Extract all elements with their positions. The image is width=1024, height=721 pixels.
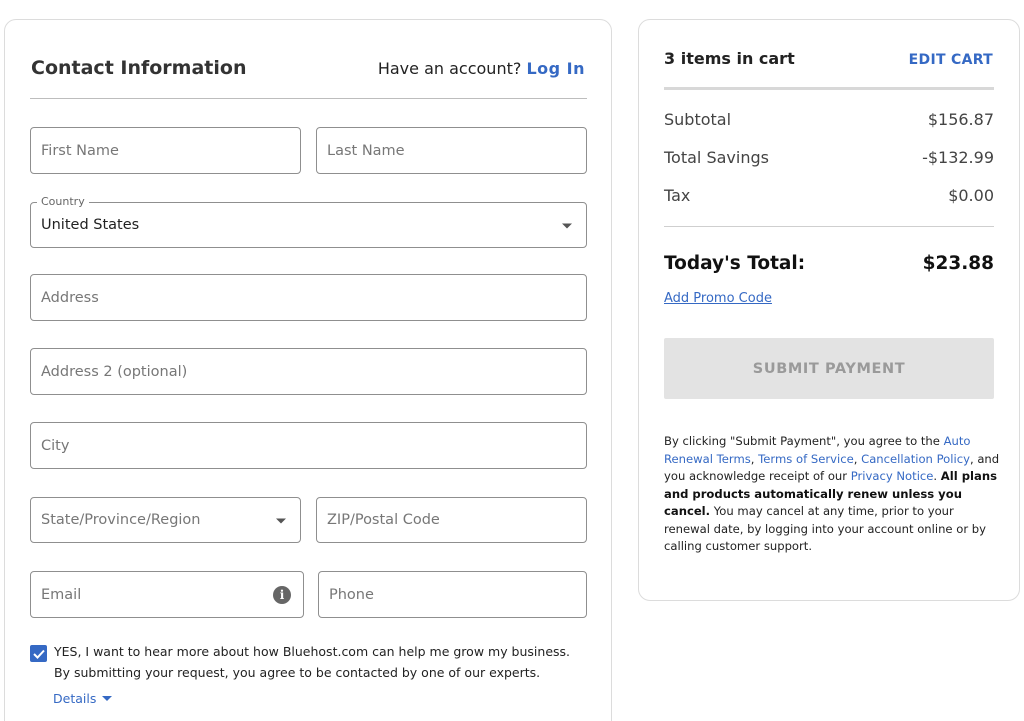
- summary-label: Tax: [664, 186, 691, 205]
- summary-value: -$132.99: [922, 148, 994, 167]
- first-name-field[interactable]: First Name: [30, 127, 301, 174]
- country-label: Country: [37, 195, 89, 208]
- summary-row-subtotal: Subtotal $156.87: [664, 110, 994, 129]
- state-select[interactable]: State/Province/Region: [30, 497, 301, 543]
- summary-value: $156.87: [927, 110, 994, 129]
- phone-placeholder: Phone: [329, 586, 374, 603]
- legal-text: You may cancel at any time, prior to you…: [664, 504, 987, 553]
- account-prompt-text: Have an account?: [377, 59, 522, 78]
- country-select[interactable]: Country United States: [30, 195, 587, 248]
- legal-text: By clicking "Submit Payment", you agree …: [664, 434, 944, 448]
- summary-label: Subtotal: [664, 110, 732, 129]
- last-name-placeholder: Last Name: [327, 142, 405, 159]
- zip-placeholder: ZIP/Postal Code: [327, 512, 440, 528]
- summary-value: $0.00: [948, 186, 994, 205]
- cancellation-policy-link[interactable]: Cancellation Policy: [861, 452, 970, 466]
- legal-disclaimer: By clicking "Submit Payment", you agree …: [664, 433, 1000, 556]
- total-label: Today's Total:: [664, 253, 806, 274]
- first-name-placeholder: First Name: [41, 142, 119, 159]
- email-placeholder: Email: [41, 586, 82, 603]
- legal-text: .: [933, 469, 941, 483]
- checkmark-icon: [32, 649, 45, 659]
- details-toggle[interactable]: Details: [53, 691, 113, 706]
- address-field[interactable]: Address: [30, 274, 587, 321]
- add-promo-code-link[interactable]: Add Promo Code: [664, 291, 772, 306]
- summary-row-tax: Tax $0.00: [664, 186, 994, 205]
- cart-divider: [664, 87, 994, 90]
- summary-row-savings: Total Savings -$132.99: [664, 148, 994, 167]
- consent-checkbox[interactable]: [30, 645, 47, 662]
- info-icon[interactable]: i: [273, 585, 291, 604]
- summary-label: Total Savings: [664, 148, 769, 167]
- city-field[interactable]: City: [30, 422, 587, 469]
- total-divider: [664, 226, 994, 227]
- edit-cart-link[interactable]: EDIT CART: [909, 52, 993, 68]
- city-placeholder: City: [41, 437, 70, 454]
- submit-payment-button[interactable]: SUBMIT PAYMENT: [664, 338, 994, 399]
- legal-text: ,: [853, 451, 862, 466]
- address2-field[interactable]: Address 2 (optional): [30, 348, 587, 395]
- consent-text: YES, I want to hear more about how Blueh…: [54, 644, 571, 659]
- contact-title: Contact Information: [31, 57, 247, 79]
- chevron-down-icon: [102, 696, 113, 701]
- details-label: Details: [53, 691, 97, 706]
- zip-field[interactable]: ZIP/Postal Code: [316, 497, 587, 543]
- chevron-down-icon: [276, 518, 286, 524]
- cart-summary-card: 3 items in cart EDIT CART Subtotal $156.…: [638, 19, 1020, 601]
- login-link[interactable]: Log In: [526, 59, 585, 78]
- total-value: $23.88: [922, 253, 994, 274]
- email-field[interactable]: Email i: [30, 571, 304, 618]
- country-value: United States: [41, 217, 140, 233]
- privacy-notice-link[interactable]: Privacy Notice: [851, 469, 934, 483]
- address-placeholder: Address: [41, 289, 99, 306]
- contact-card: Contact Information Have an account? Log…: [4, 19, 612, 721]
- consent-subtext: By submitting your request, you agree to…: [54, 665, 541, 680]
- last-name-field[interactable]: Last Name: [316, 127, 587, 174]
- chevron-down-icon: [562, 223, 572, 229]
- terms-of-service-link[interactable]: Terms of Service: [758, 452, 854, 466]
- state-placeholder: State/Province/Region: [41, 512, 201, 528]
- header-divider: [30, 98, 587, 99]
- phone-field[interactable]: Phone: [318, 571, 587, 618]
- today-total-row: Today's Total: $23.88: [664, 253, 994, 274]
- cart-count: 3 items in cart: [664, 49, 795, 68]
- account-prompt: Have an account? Log In: [378, 59, 585, 78]
- address2-placeholder: Address 2 (optional): [41, 363, 188, 380]
